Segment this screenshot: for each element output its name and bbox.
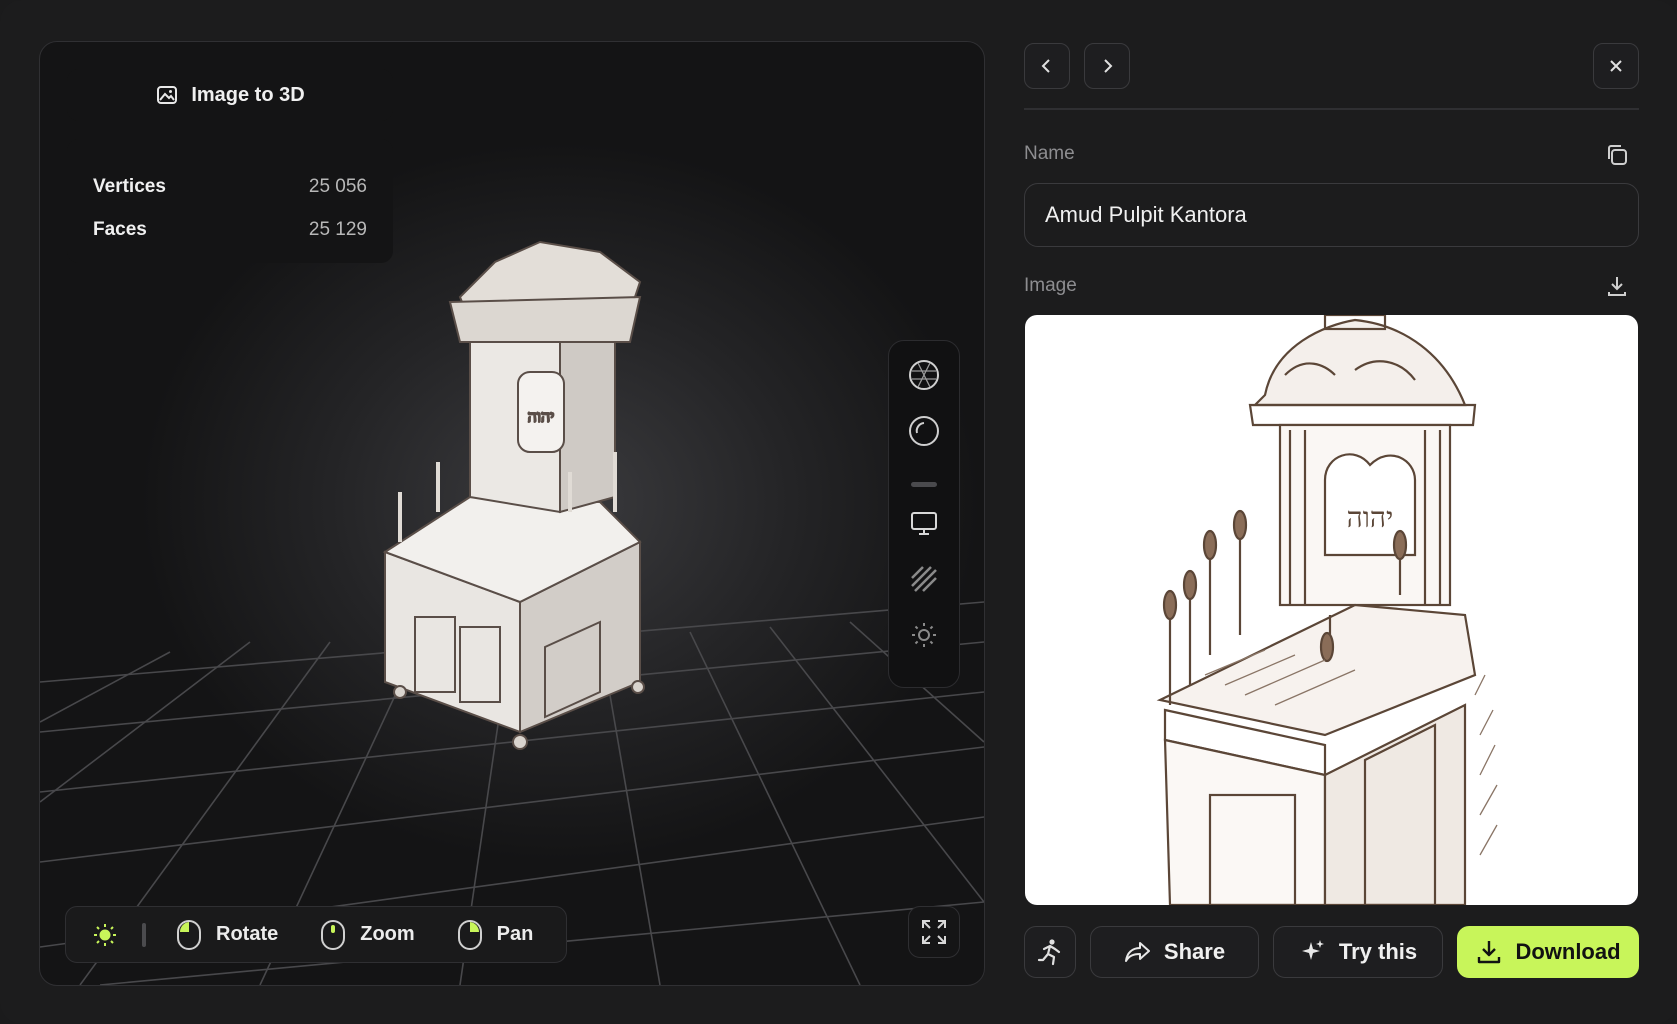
stat-value: 25 129 bbox=[308, 218, 367, 240]
image-icon bbox=[157, 86, 178, 104]
pan-hint: Pan bbox=[457, 919, 534, 951]
texture-hatch-icon[interactable] bbox=[904, 559, 944, 599]
sparkle-icon bbox=[1301, 940, 1324, 960]
stat-label: Vertices bbox=[93, 175, 166, 197]
pan-label: Pan bbox=[496, 923, 534, 945]
stat-faces: Faces 25 129 bbox=[93, 208, 367, 251]
image-label: Image bbox=[1024, 275, 1077, 296]
zoom-hint: Zoom bbox=[320, 919, 415, 951]
mode-badge: Image to 3D bbox=[67, 69, 393, 121]
image-download-button[interactable] bbox=[1602, 271, 1632, 301]
rotate-hint: Rotate bbox=[176, 919, 278, 951]
fullscreen-button[interactable] bbox=[908, 906, 960, 958]
render-mode-toolbar bbox=[888, 340, 960, 688]
copy-button[interactable] bbox=[1602, 140, 1632, 170]
panel-divider bbox=[1024, 108, 1639, 110]
zoom-label: Zoom bbox=[360, 923, 415, 945]
svg-text:יהוה: יהוה bbox=[1347, 501, 1394, 534]
previous-button[interactable] bbox=[1024, 43, 1070, 89]
sun-icon[interactable] bbox=[904, 615, 944, 655]
next-button[interactable] bbox=[1084, 43, 1130, 89]
model-viewer[interactable]: יהוה Image to 3D Vertices 25 056 Faces 2… bbox=[39, 41, 985, 986]
navigation-hints: Rotate Zoom Pan bbox=[65, 906, 567, 963]
share-label: Share bbox=[1163, 939, 1226, 964]
download-label: Download bbox=[1515, 939, 1621, 964]
lightbulb-icon[interactable] bbox=[92, 922, 118, 948]
pulpit-sketch: יהוה bbox=[1156, 315, 1498, 905]
pulpit-model: יהוה bbox=[382, 240, 645, 750]
chevron-right-icon bbox=[1104, 59, 1113, 73]
name-field[interactable]: Amud Pulpit Kantora bbox=[1024, 183, 1639, 247]
close-button[interactable] bbox=[1593, 43, 1639, 89]
stat-value: 25 056 bbox=[308, 175, 367, 197]
mouse-left-icon bbox=[177, 919, 201, 950]
controls-divider bbox=[142, 922, 146, 947]
try-this-label: Try this bbox=[1338, 939, 1418, 964]
mouse-right-icon bbox=[457, 919, 482, 950]
stat-label: Faces bbox=[93, 218, 147, 240]
app-window: יהוה Image to 3D Vertices 25 056 Faces 2… bbox=[0, 0, 1677, 1024]
name-label: Name bbox=[1024, 143, 1075, 164]
toolbar-divider bbox=[911, 482, 937, 487]
try-this-button[interactable]: Try this bbox=[1273, 926, 1443, 978]
share-icon bbox=[1124, 942, 1150, 962]
mouse-scroll-icon bbox=[321, 919, 346, 950]
svg-text:יהוה: יהוה bbox=[528, 407, 555, 426]
animate-button[interactable] bbox=[1024, 926, 1076, 978]
copy-icon bbox=[1608, 145, 1627, 165]
rotate-label: Rotate bbox=[216, 923, 279, 945]
monitor-icon[interactable] bbox=[904, 503, 944, 543]
stat-vertices: Vertices 25 056 bbox=[93, 165, 367, 208]
mode-label: Image to 3D bbox=[191, 83, 305, 106]
name-value: Amud Pulpit Kantora bbox=[1045, 202, 1247, 227]
download-icon bbox=[1478, 941, 1501, 964]
expand-icon bbox=[922, 920, 946, 944]
wireframe-sphere-icon[interactable] bbox=[904, 355, 944, 395]
download-button[interactable]: Download bbox=[1457, 926, 1639, 978]
source-image[interactable]: יהוה bbox=[1025, 315, 1638, 905]
close-icon bbox=[1610, 60, 1622, 72]
running-figure-icon bbox=[1037, 939, 1061, 966]
shaded-sphere-icon[interactable] bbox=[904, 411, 944, 451]
download-icon bbox=[1608, 277, 1626, 296]
chevron-left-icon bbox=[1041, 59, 1050, 73]
share-button[interactable]: Share bbox=[1090, 926, 1259, 978]
mesh-stats: Vertices 25 056 Faces 25 129 bbox=[67, 139, 393, 263]
